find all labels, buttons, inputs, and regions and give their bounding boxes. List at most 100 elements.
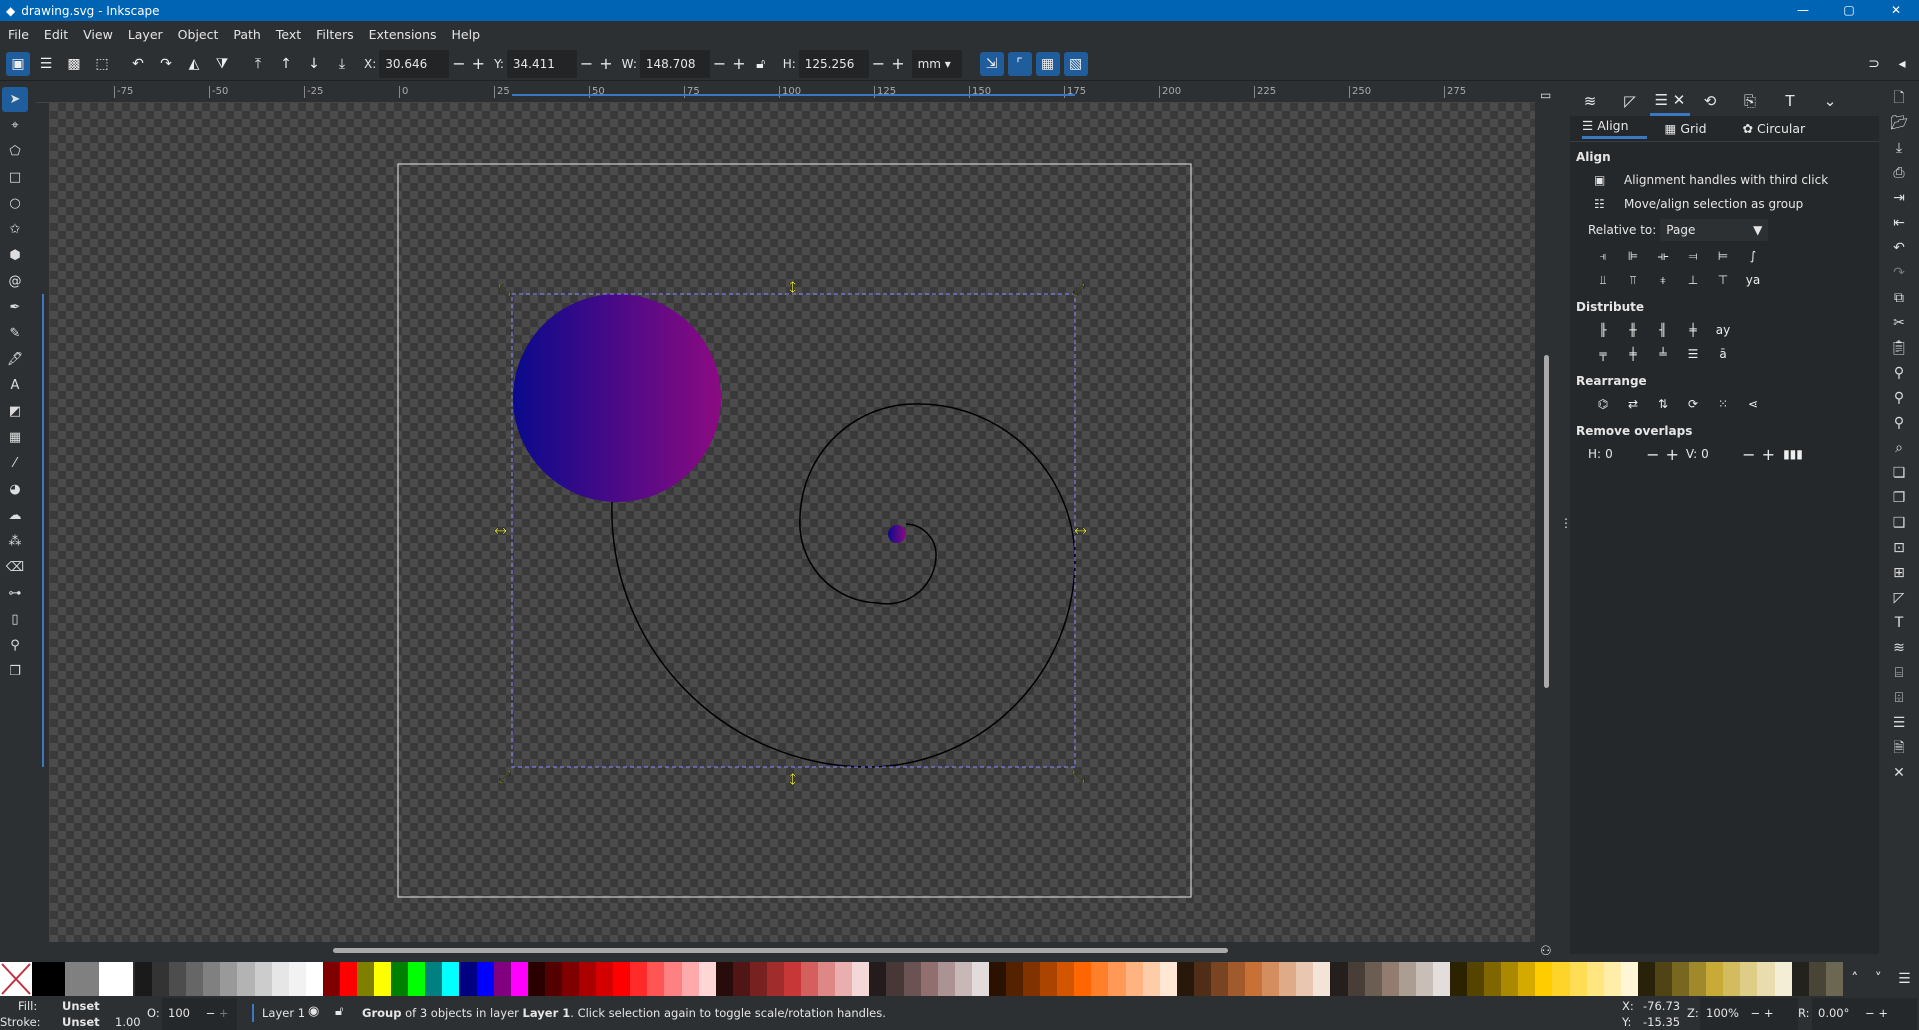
color-swatch[interactable] [886,962,904,996]
dropper-tool-icon[interactable]: ⁄ [2,451,28,476]
node-tool-icon[interactable]: ⌖ [2,113,28,138]
x-field[interactable]: 30.646 [379,49,450,78]
color-swatch[interactable] [391,962,409,996]
color-swatch[interactable] [1398,962,1416,996]
open-icon[interactable]: 📂︎ [1879,111,1919,136]
overlap-v-increment[interactable]: + [1762,445,1775,464]
menu-help[interactable]: Help [452,27,481,42]
snap-menu-icon[interactable]: ◂ [1890,52,1914,76]
menu-extensions[interactable]: Extensions [369,27,437,42]
rotation-field[interactable]: 0.00° − + [1812,998,1917,1030]
color-swatch[interactable] [1381,962,1399,996]
color-swatch[interactable] [869,962,887,996]
flip-vertical-icon[interactable]: ⧩ [210,52,234,76]
spiral-tool-icon[interactable]: @ [2,269,28,294]
color-swatch[interactable] [527,962,545,996]
color-swatch[interactable] [766,962,784,996]
deselect-icon[interactable]: ▩ [62,52,86,76]
raise-to-top-icon[interactable]: ⤒ [246,52,270,76]
color-swatch[interactable] [1074,962,1092,996]
align-bottom-icon[interactable]: ⊥ [1678,268,1708,292]
color-swatch[interactable] [579,962,597,996]
color-swatch[interactable] [732,962,750,996]
color-swatch[interactable] [1210,962,1228,996]
relative-to-select[interactable]: Page ▼ [1660,219,1769,241]
transform-gradients-icon[interactable]: ▦ [1035,51,1060,76]
exchange-selection-icon[interactable]: ⇄ [1618,392,1648,416]
color-swatch[interactable] [1193,962,1211,996]
color-swatch[interactable] [1723,962,1741,996]
align-left-icon[interactable]: ⊫ [1618,244,1648,268]
overlap-v-field[interactable]: 0 [1701,447,1739,461]
text-tool-icon[interactable]: A [2,373,28,398]
color-swatch[interactable] [1791,962,1809,996]
color-swatch[interactable] [1159,962,1177,996]
flip-horizontal-icon[interactable]: ◭ [182,52,206,76]
opacity-decrement[interactable]: − [206,1006,216,1020]
scale-corners-icon[interactable]: ⌜ [1007,51,1032,76]
w-field[interactable]: 148.708 [639,49,710,78]
color-swatch[interactable] [1808,962,1826,996]
visibility-eye-icon[interactable]: ◉ [308,1004,319,1019]
color-swatch[interactable] [374,962,392,996]
unclump-icon[interactable]: ⋖ [1738,392,1768,416]
opacity-field[interactable]: 100 − + [162,998,237,1030]
layers-icon[interactable]: ≋ [1879,636,1919,661]
color-swatch[interactable] [1450,962,1468,996]
color-swatch[interactable] [613,962,631,996]
color-managed-icon[interactable]: ⚇ [1540,944,1552,959]
zoom-field[interactable]: 100% − + [1700,998,1798,1030]
menu-edit[interactable]: Edit [44,27,68,42]
new-document-icon[interactable]: 🗋︎ [1879,86,1919,111]
color-swatch[interactable] [1005,962,1024,996]
calligraphy-tool-icon[interactable]: 🖋︎ [2,347,28,372]
pen-tool-icon[interactable]: ✒ [2,295,28,320]
color-swatch[interactable] [220,962,238,996]
menu-file[interactable]: File [8,27,29,42]
color-swatch[interactable] [152,962,170,996]
color-swatch[interactable] [1279,962,1297,996]
layers-tab-icon[interactable]: ≋ [1570,92,1610,110]
canvas[interactable]: ⤡ ↕ ⤢ ↔ ↔ ⤢ ↕ ⤡ [50,103,1535,942]
color-swatch[interactable] [1040,962,1058,996]
color-swatch[interactable] [1620,962,1638,996]
select-same-icon[interactable]: ⬚ [90,52,114,76]
distribute-hgap-icon[interactable]: ╪ [1678,318,1708,342]
center-horizontal-axis-icon[interactable]: ⧧ [1648,268,1678,292]
color-swatch[interactable] [954,962,972,996]
y-increment[interactable]: + [599,54,612,73]
gradient-circle[interactable] [513,294,721,502]
small-gradient-dot[interactable] [888,525,906,543]
color-swatch[interactable] [1740,962,1758,996]
color-swatch[interactable] [288,962,306,996]
import-icon[interactable]: ⇥ [1879,186,1919,211]
cut-icon[interactable]: ✂ [1879,311,1919,336]
close-button[interactable]: ✕ [1873,0,1919,21]
color-swatch[interactable] [971,962,989,996]
color-swatch[interactable] [1637,962,1655,996]
w-decrement[interactable]: − [713,54,726,73]
text-tab-icon[interactable]: T [1770,92,1810,110]
vertical-ruler[interactable] [36,103,50,942]
color-swatch[interactable] [988,962,1006,996]
undo-icon[interactable]: ↶ [1879,236,1919,261]
menu-view[interactable]: View [83,27,113,42]
selector-tool-icon[interactable]: ➤ [2,87,28,112]
export-tab-icon[interactable]: ⎘ [1730,92,1770,110]
color-swatch[interactable] [801,962,819,996]
lower-icon[interactable]: ↓ [302,52,326,76]
color-swatch[interactable] [1501,962,1519,996]
measure-tool-icon[interactable]: ▯ [2,607,28,632]
rotation-decrement[interactable]: − [1865,1006,1875,1020]
gradient-tool-icon[interactable]: ◩ [2,399,28,424]
paint-bucket-tool-icon[interactable]: ◕ [2,477,28,502]
color-swatch[interactable] [1330,962,1348,996]
menu-filters[interactable]: Filters [316,27,353,42]
color-swatch[interactable] [254,962,272,996]
redo-icon[interactable]: ↷ [1879,261,1919,286]
color-swatch[interactable] [408,962,426,996]
color-swatch[interactable] [357,962,375,996]
randomize-icon[interactable]: ⁙ [1708,392,1738,416]
align-text-anchor-icon[interactable]: ∫ [1738,244,1768,268]
opacity-increment[interactable]: + [219,1006,229,1020]
